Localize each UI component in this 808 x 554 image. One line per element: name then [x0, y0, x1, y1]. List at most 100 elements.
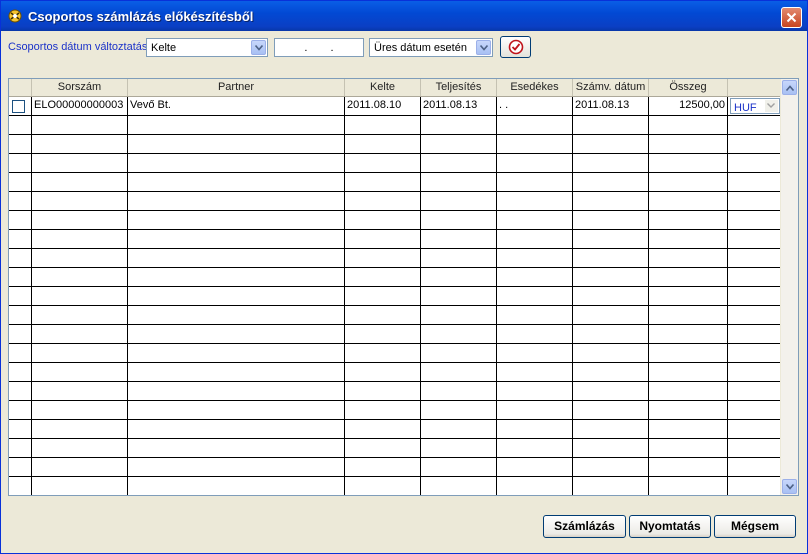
osszeg-cell[interactable] [649, 382, 728, 401]
partner-cell[interactable] [128, 344, 345, 363]
currency-cell[interactable] [728, 344, 781, 363]
column-header-esedekes[interactable]: Esedékes [497, 79, 573, 96]
currency-cell[interactable] [728, 230, 781, 249]
kelte-cell[interactable] [345, 116, 421, 135]
teljesites-cell[interactable] [421, 154, 497, 173]
select-cell[interactable] [9, 401, 32, 420]
esedekes-cell[interactable] [497, 477, 573, 495]
apply-mode-select[interactable]: Üres dátum esetén [369, 38, 493, 57]
currency-cell[interactable] [728, 154, 781, 173]
sorszam-cell[interactable] [32, 192, 128, 211]
column-header-partner[interactable]: Partner [128, 79, 345, 96]
row-select-checkbox[interactable] [12, 100, 25, 113]
column-header-osszeg[interactable]: Összeg [649, 79, 728, 96]
partner-cell[interactable] [128, 230, 345, 249]
osszeg-cell[interactable] [649, 420, 728, 439]
esedekes-cell[interactable] [497, 401, 573, 420]
osszeg-cell[interactable] [649, 287, 728, 306]
esedekes-cell[interactable] [497, 173, 573, 192]
osszeg-cell[interactable] [649, 154, 728, 173]
vertical-scrollbar[interactable] [780, 79, 798, 495]
osszeg-cell[interactable] [649, 192, 728, 211]
teljesites-cell[interactable]: 2011.08.13 [421, 97, 497, 116]
partner-cell[interactable] [128, 382, 345, 401]
szamv-datum-cell[interactable] [573, 230, 649, 249]
empty-table-row[interactable] [9, 401, 781, 420]
kelte-cell[interactable] [345, 249, 421, 268]
select-cell[interactable] [9, 249, 32, 268]
szamv-datum-cell[interactable] [573, 306, 649, 325]
teljesites-cell[interactable] [421, 344, 497, 363]
kelte-cell[interactable] [345, 306, 421, 325]
teljesites-cell[interactable] [421, 135, 497, 154]
partner-cell[interactable] [128, 439, 345, 458]
esedekes-cell[interactable] [497, 192, 573, 211]
sorszam-cell[interactable] [32, 477, 128, 495]
currency-cell[interactable] [728, 325, 781, 344]
currency-cell[interactable] [728, 287, 781, 306]
select-cell[interactable] [9, 420, 32, 439]
select-cell[interactable] [9, 154, 32, 173]
osszeg-cell[interactable] [649, 477, 728, 495]
esedekes-cell[interactable] [497, 211, 573, 230]
osszeg-cell[interactable] [649, 230, 728, 249]
title-bar[interactable]: Csoportos számlázás előkészítésből [1, 1, 807, 31]
select-cell[interactable] [9, 306, 32, 325]
apply-date-button[interactable] [500, 36, 531, 58]
select-cell[interactable] [9, 363, 32, 382]
osszeg-cell[interactable] [649, 401, 728, 420]
esedekes-cell[interactable] [497, 249, 573, 268]
szamv-datum-cell[interactable] [573, 439, 649, 458]
kelte-cell[interactable] [345, 439, 421, 458]
sorszam-cell[interactable] [32, 249, 128, 268]
partner-cell[interactable] [128, 477, 345, 495]
szamv-datum-cell[interactable] [573, 192, 649, 211]
teljesites-cell[interactable] [421, 306, 497, 325]
sorszam-cell[interactable] [32, 306, 128, 325]
sorszam-cell[interactable] [32, 325, 128, 344]
print-button[interactable]: Nyomtatás [629, 515, 711, 538]
esedekes-cell[interactable] [497, 287, 573, 306]
cancel-button[interactable]: Mégsem [714, 515, 796, 538]
select-cell[interactable] [9, 268, 32, 287]
sorszam-cell[interactable] [32, 116, 128, 135]
teljesites-cell[interactable] [421, 268, 497, 287]
select-cell[interactable] [9, 458, 32, 477]
empty-table-row[interactable] [9, 306, 781, 325]
column-header-szamv-datum[interactable]: Számv. dátum [573, 79, 649, 96]
teljesites-cell[interactable] [421, 192, 497, 211]
partner-cell[interactable] [128, 287, 345, 306]
esedekes-cell[interactable] [497, 325, 573, 344]
column-header-currency[interactable] [728, 79, 781, 96]
select-cell[interactable] [9, 116, 32, 135]
osszeg-cell[interactable] [649, 249, 728, 268]
osszeg-cell[interactable] [649, 325, 728, 344]
szamv-datum-cell[interactable] [573, 420, 649, 439]
empty-table-row[interactable] [9, 268, 781, 287]
column-header-select[interactable] [9, 79, 32, 96]
sorszam-cell[interactable] [32, 458, 128, 477]
kelte-cell[interactable] [345, 192, 421, 211]
kelte-cell[interactable] [345, 135, 421, 154]
empty-table-row[interactable] [9, 287, 781, 306]
kelte-cell[interactable] [345, 401, 421, 420]
partner-cell[interactable] [128, 401, 345, 420]
sorszam-cell[interactable] [32, 401, 128, 420]
teljesites-cell[interactable] [421, 325, 497, 344]
osszeg-cell[interactable]: 12500,00 [649, 97, 728, 116]
column-header-teljesites[interactable]: Teljesítés [421, 79, 497, 96]
empty-table-row[interactable] [9, 173, 781, 192]
select-cell[interactable] [9, 439, 32, 458]
osszeg-cell[interactable] [649, 306, 728, 325]
currency-cell[interactable] [728, 477, 781, 495]
currency-cell[interactable] [728, 192, 781, 211]
currency-select[interactable]: HUF [730, 98, 780, 114]
partner-cell[interactable] [128, 249, 345, 268]
osszeg-cell[interactable] [649, 439, 728, 458]
esedekes-cell[interactable] [497, 230, 573, 249]
teljesites-cell[interactable] [421, 382, 497, 401]
empty-table-row[interactable] [9, 458, 781, 477]
teljesites-cell[interactable] [421, 420, 497, 439]
kelte-cell[interactable] [345, 325, 421, 344]
sorszam-cell[interactable] [32, 439, 128, 458]
